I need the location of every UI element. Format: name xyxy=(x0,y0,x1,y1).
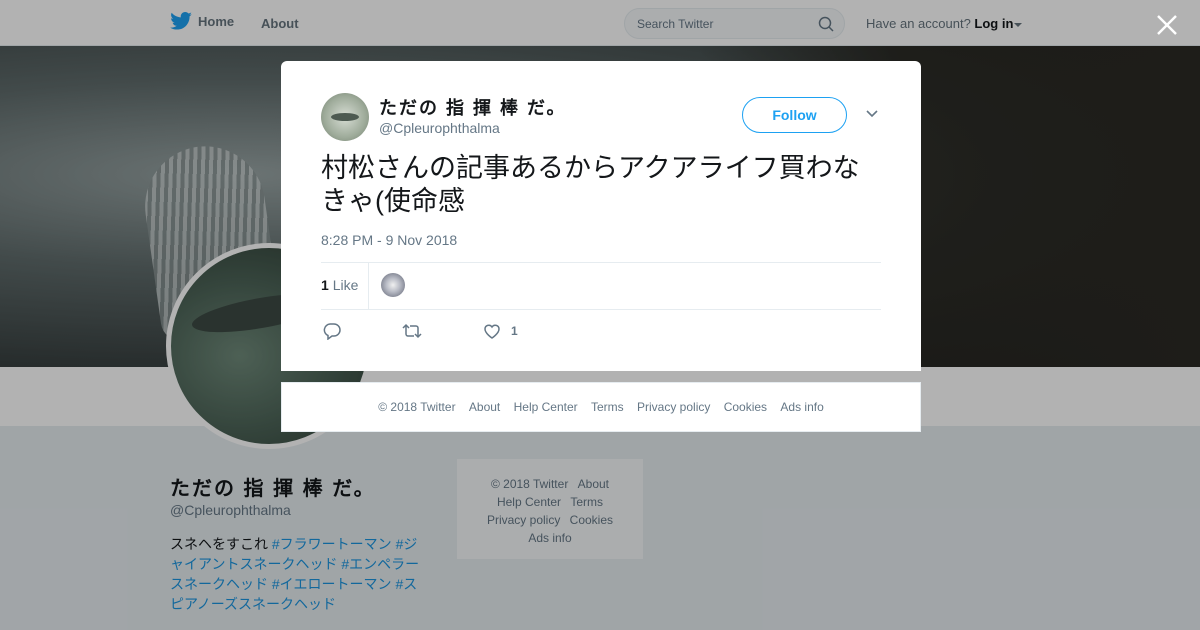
footer-terms-link[interactable]: Terms xyxy=(591,400,624,414)
tweet-author-avatar[interactable] xyxy=(321,93,369,141)
retweet-icon[interactable] xyxy=(402,322,422,340)
likes-count: 1 xyxy=(321,277,329,293)
footer-ads-link[interactable]: Ads info xyxy=(780,400,823,414)
tweet-author-name[interactable]: ただの 指 揮 棒 だ。 xyxy=(379,94,566,120)
reply-icon[interactable] xyxy=(323,322,341,340)
heart-icon[interactable] xyxy=(483,322,501,340)
tweet-text: 村松さんの記事あるからアクアライフ買わなきゃ(使命感 xyxy=(321,153,860,216)
divider xyxy=(321,309,881,310)
tweet-modal: ただの 指 揮 棒 だ。 @Cpleurophthalma Follow 村松さ… xyxy=(281,61,921,371)
follow-button[interactable]: Follow xyxy=(742,97,847,133)
chevron-down-icon[interactable] xyxy=(865,109,879,119)
footer-help-link[interactable]: Help Center xyxy=(514,400,578,414)
likes-stat[interactable]: 1 Like xyxy=(321,277,358,293)
footer-cookies-link[interactable]: Cookies xyxy=(724,400,767,414)
likes-label: Like xyxy=(332,277,359,293)
avatar-fish xyxy=(331,113,359,121)
like-action-count: 1 xyxy=(511,324,518,338)
close-icon[interactable] xyxy=(1154,12,1180,38)
footer-about-link[interactable]: About xyxy=(469,400,500,414)
liker-avatar[interactable] xyxy=(381,273,405,297)
tweet-timestamp[interactable]: 8:28 PM - 9 Nov 2018 xyxy=(321,232,457,248)
footer-privacy-link[interactable]: Privacy policy xyxy=(637,400,710,414)
divider xyxy=(321,262,881,263)
tweet-author-handle[interactable]: @Cpleurophthalma xyxy=(379,120,500,136)
divider xyxy=(368,263,369,309)
modal-footer: © 2018 Twitter About Help Center Terms P… xyxy=(281,382,921,432)
footer-copyright: © 2018 Twitter xyxy=(378,400,456,414)
